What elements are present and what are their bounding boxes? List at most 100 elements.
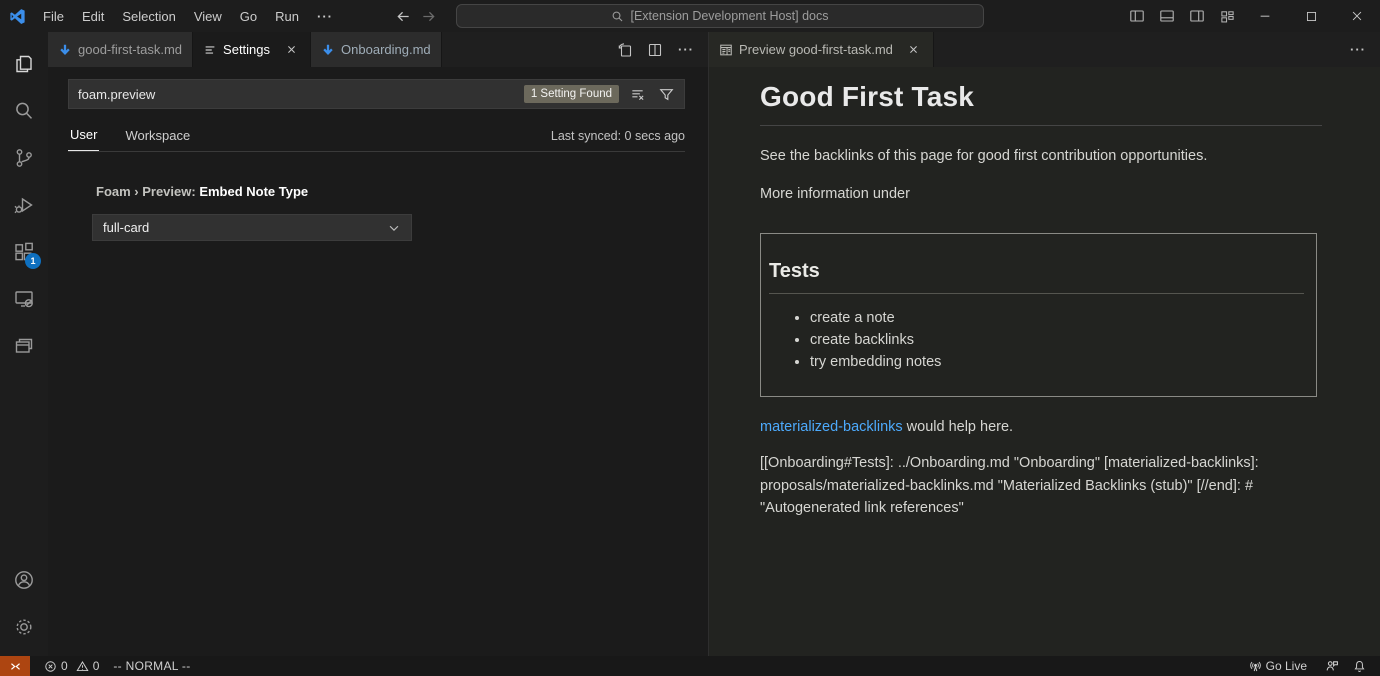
settings-editor-icon — [203, 43, 217, 57]
menu-go[interactable]: Go — [231, 5, 266, 28]
workbench-body: 1 good-first-task — [0, 32, 1380, 656]
tab-label: Preview good-first-task.md — [739, 42, 893, 57]
markdown-file-icon — [58, 43, 72, 57]
clear-filters-icon[interactable] — [626, 83, 648, 105]
source-control-icon[interactable] — [0, 134, 48, 181]
dropdown-value: full-card — [103, 220, 149, 235]
markdown-preview-icon — [719, 43, 733, 57]
editor-group-left: good-first-task.md Settings Onboarding. — [48, 32, 708, 656]
close-tab-icon[interactable] — [282, 41, 300, 59]
tab-label: Settings — [223, 42, 270, 57]
maximize-button[interactable] — [1288, 0, 1334, 32]
right-editor-actions: ··· — [1344, 32, 1380, 67]
toggle-sidebar-icon[interactable] — [1122, 0, 1152, 32]
link-paragraph: materialized-backlinks would help here. — [760, 419, 1322, 435]
command-center-search[interactable]: [Extension Development Host] docs — [456, 4, 984, 28]
embed-note-type-dropdown[interactable]: full-card — [92, 214, 412, 241]
menu-selection[interactable]: Selection — [113, 5, 184, 28]
split-editor-icon[interactable] — [642, 37, 668, 63]
search-icon — [611, 10, 624, 23]
tab-label: Onboarding.md — [341, 42, 431, 57]
problems-status[interactable]: 0 0 — [38, 656, 105, 676]
command-center-label: [Extension Development Host] docs — [630, 9, 828, 23]
toggle-panel-icon[interactable] — [1152, 0, 1182, 32]
tab-onboarding[interactable]: Onboarding.md — [311, 32, 442, 67]
left-editor-actions: ··· — [612, 32, 708, 67]
settings-search-tools: 1 Setting Found — [524, 83, 684, 105]
feedback-icon[interactable] — [1319, 656, 1345, 676]
setting-name: Embed Note Type — [199, 184, 308, 199]
markdown-preview: Good First Task See the backlinks of thi… — [709, 67, 1380, 656]
search-sidebar-icon[interactable] — [0, 87, 48, 134]
open-preview-icon[interactable] — [612, 37, 638, 63]
materialized-backlinks-link[interactable]: materialized-backlinks — [760, 419, 903, 435]
filter-funnel-icon[interactable] — [655, 83, 677, 105]
scope-tab-user[interactable]: User — [68, 123, 99, 151]
go-live-button[interactable]: Go Live — [1243, 656, 1313, 676]
menu-file[interactable]: File — [34, 5, 73, 28]
vim-mode-indicator[interactable]: -- NORMAL -- — [105, 656, 198, 676]
warning-count: 0 — [93, 659, 100, 673]
settings-editor: 1 Setting Found User Workspace Last sync… — [48, 67, 708, 656]
preview-title: Good First Task — [760, 81, 1322, 113]
window-controls — [1122, 0, 1380, 32]
setting-category: Foam › Preview: — [96, 184, 199, 199]
tab-good-first-task[interactable]: good-first-task.md — [48, 32, 193, 67]
toggle-secondary-sidebar-icon[interactable] — [1182, 0, 1212, 32]
list-item: create backlinks — [810, 332, 1306, 348]
error-icon — [44, 660, 57, 673]
link-suffix-text: would help here. — [903, 419, 1013, 435]
menu-run[interactable]: Run — [266, 5, 308, 28]
warning-icon — [76, 660, 89, 673]
titlebar: File Edit Selection View Go Run ··· [Ext… — [0, 0, 1380, 32]
menubar-more-button[interactable]: ··· — [308, 5, 342, 28]
menubar: File Edit Selection View Go Run ··· — [34, 5, 342, 28]
vscode-logo-icon — [0, 8, 34, 25]
menu-view[interactable]: View — [185, 5, 231, 28]
extensions-icon[interactable]: 1 — [0, 228, 48, 275]
list-item: create a note — [810, 310, 1306, 326]
list-item: try embedding notes — [810, 354, 1306, 370]
error-count: 0 — [61, 659, 68, 673]
settings-search-input[interactable] — [69, 87, 524, 102]
status-bar-right: Go Live — [1243, 656, 1380, 676]
status-bar-left: 0 0 -- NORMAL -- — [0, 656, 199, 676]
panels-icon[interactable] — [0, 322, 48, 369]
card-list: create a note create backlinks try embed… — [769, 310, 1306, 370]
preview-paragraph: More information under — [760, 186, 1322, 202]
extensions-badge: 1 — [25, 253, 41, 269]
card-divider — [769, 293, 1304, 294]
more-actions-icon[interactable]: ··· — [672, 42, 700, 57]
remote-indicator[interactable] — [0, 656, 30, 676]
scope-tab-workspace[interactable]: Workspace — [123, 124, 192, 151]
account-icon[interactable] — [0, 556, 48, 603]
forward-arrow-icon[interactable] — [421, 9, 436, 24]
back-arrow-icon[interactable] — [396, 9, 411, 24]
last-synced-label: Last synced: 0 secs ago — [551, 129, 685, 151]
tab-label: good-first-task.md — [78, 42, 182, 57]
menu-edit[interactable]: Edit — [73, 5, 113, 28]
minimize-button[interactable] — [1242, 0, 1288, 32]
editor-group-right: Preview good-first-task.md ··· Good Firs… — [709, 32, 1380, 656]
setting-title: Foam › Preview: Embed Note Type — [92, 184, 708, 199]
title-divider — [760, 125, 1322, 126]
vscode-window: File Edit Selection View Go Run ··· [Ext… — [0, 0, 1380, 676]
right-tabbar: Preview good-first-task.md ··· — [709, 32, 1380, 67]
tab-preview-good-first-task[interactable]: Preview good-first-task.md — [709, 32, 934, 67]
left-tabbar: good-first-task.md Settings Onboarding. — [48, 32, 708, 67]
explorer-icon[interactable] — [0, 40, 48, 87]
notifications-bell-icon[interactable] — [1347, 656, 1372, 676]
customize-layout-icon[interactable] — [1212, 0, 1242, 32]
close-window-button[interactable] — [1334, 0, 1380, 32]
link-references-text: [[Onboarding#Tests]: ../Onboarding.md "O… — [760, 452, 1322, 520]
activity-bar: 1 — [0, 32, 48, 656]
tab-settings[interactable]: Settings — [193, 32, 311, 67]
more-actions-icon[interactable]: ··· — [1344, 42, 1372, 57]
remote-explorer-icon[interactable] — [0, 275, 48, 322]
settings-gear-icon[interactable] — [0, 603, 48, 650]
run-debug-icon[interactable] — [0, 181, 48, 228]
card-title: Tests — [769, 260, 1306, 283]
go-live-label: Go Live — [1266, 659, 1307, 673]
embedded-note-card: Tests create a note create backlinks try… — [760, 233, 1317, 397]
close-tab-icon[interactable] — [905, 41, 923, 59]
